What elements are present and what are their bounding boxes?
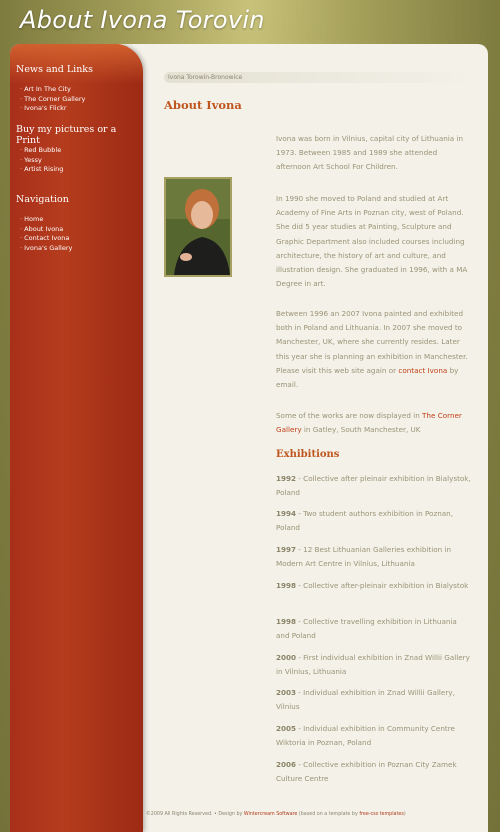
footer-close: ): [403, 812, 406, 817]
site-title: About Ivona Torovin: [20, 6, 265, 34]
bio-paragraph-2: In 1990 she moved to Poland and studied …: [276, 194, 468, 289]
bio-paragraph-4: Some of the works are now displayed in T…: [276, 409, 472, 437]
exhibition-text: - Two student authors exhibition in Pozn…: [276, 509, 454, 533]
exhibition-year: 1998: [276, 581, 297, 590]
footer-design-link[interactable]: Wintercream Software: [244, 812, 297, 817]
sidebar-link-artist-rising[interactable]: Artist Rising: [20, 165, 63, 175]
exhibition-item: 2000 - First individual exhibition in Zn…: [276, 651, 472, 679]
nav-link-contact[interactable]: Contact Ivona: [20, 234, 72, 244]
sidebar: News and Links Art In The City The Corne…: [10, 44, 143, 832]
footer-template-link[interactable]: free-css templates: [359, 812, 404, 817]
exhibition-text: - Individual exhibition in Znad Willii G…: [276, 688, 455, 712]
exhibition-item: 2003 - Individual exhibition in Znad Wil…: [276, 686, 472, 714]
footer-design-by: Design by: [218, 812, 244, 817]
sidebar-link-yessy[interactable]: Yessy: [20, 156, 63, 166]
bio-paragraph-4-text: Some of the works are now displayed in: [276, 411, 423, 420]
page-title: About Ivona: [164, 98, 242, 112]
exhibitions-heading: Exhibitions: [276, 449, 340, 460]
exhibition-item: 2006 - Collective exhibition in Poznan C…: [276, 758, 472, 786]
news-list: Art In The City The Corner Gallery Ivona…: [20, 85, 85, 114]
bio-paragraph-3: Between 1996 an 2007 Ivona painted and e…: [276, 307, 472, 392]
exhibition-year: 2000: [276, 653, 297, 662]
exhibition-text: - Individual exhibition in Community Cen…: [276, 724, 455, 748]
navigation-heading: Navigation: [16, 194, 69, 205]
sidebar-link-flickr[interactable]: Ivona's Flickr: [20, 104, 85, 114]
exhibition-text: - First individual exhibition in Znad Wi…: [276, 653, 470, 677]
exhibition-year: 2005: [276, 724, 297, 733]
contact-ivona-link[interactable]: contact Ivona: [398, 366, 447, 375]
nav-link-gallery[interactable]: Ivona's Gallery: [20, 244, 72, 254]
exhibition-text: - Collective after pleinair exhibition i…: [276, 474, 471, 498]
navigation-list: Home About Ivona Contact Ivona Ivona's G…: [20, 215, 72, 253]
exhibition-text: - Collective exhibition in Poznan City Z…: [276, 760, 457, 784]
buy-list: Red Bubble Yessy Artist Rising: [20, 146, 63, 175]
buy-heading: Buy my pictures or a Print: [16, 124, 117, 146]
portrait-photo: [164, 177, 232, 277]
sidebar-link-red-bubble[interactable]: Red Bubble: [20, 146, 63, 156]
exhibition-year: 2003: [276, 688, 297, 697]
footer: ©2009 All Rights Reserved. • Design by W…: [146, 812, 406, 817]
exhibition-year: 1997: [276, 545, 297, 554]
footer-copyright: ©2009 All Rights Reserved.: [146, 812, 213, 817]
content-panel: News and Links Art In The City The Corne…: [10, 44, 488, 832]
bio-paragraph-4-end: in Gatley, South Manchester, UK: [301, 425, 421, 435]
exhibition-item: 2005 - Individual exhibition in Communit…: [276, 722, 472, 750]
exhibition-text: - 12 Best Lithuanian Galleries exhibitio…: [276, 545, 451, 569]
exhibition-year: 1994: [276, 509, 297, 518]
exhibition-item: 1998 - Collective after-pleinair exhibit…: [276, 579, 472, 593]
nav-link-home[interactable]: Home: [20, 215, 72, 225]
sidebar-link-art-in-the-city[interactable]: Art In The City: [20, 85, 85, 95]
exhibition-item: 1998 - Collective travelling exhibition …: [276, 615, 472, 643]
footer-based-on: (based on a template by: [297, 812, 360, 817]
portrait-image: [166, 179, 230, 275]
exhibition-year: 1998: [276, 617, 297, 626]
exhibition-year: 1992: [276, 474, 297, 483]
sidebar-link-corner-gallery[interactable]: The Corner Gallery: [20, 95, 85, 105]
exhibition-year: 2006: [276, 760, 297, 769]
nav-link-about[interactable]: About Ivona: [20, 225, 72, 235]
bio-paragraph-1: Ivona was born in Vilnius, capital city …: [276, 134, 464, 172]
exhibition-text: - Collective travelling exhibition in Li…: [276, 617, 457, 641]
exhibition-item: 1997 - 12 Best Lithuanian Galleries exhi…: [276, 543, 472, 571]
news-heading: News and Links: [16, 64, 93, 75]
breadcrumb: Ivona Torowin-Bronowice: [164, 72, 472, 83]
exhibition-text: - Collective after-pleinair exhibition i…: [296, 581, 469, 590]
exhibition-item: 1994 - Two student authors exhibition in…: [276, 507, 472, 535]
exhibition-item: 1992 - Collective after pleinair exhibit…: [276, 472, 472, 500]
